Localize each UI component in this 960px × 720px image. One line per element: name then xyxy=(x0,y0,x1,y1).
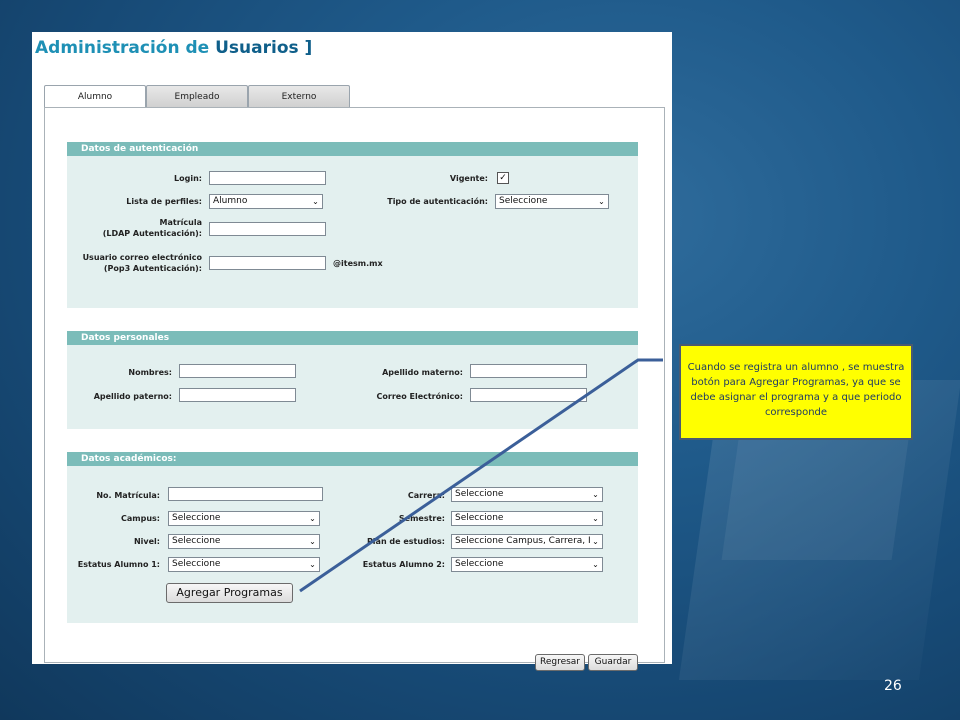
connector-line xyxy=(299,358,663,593)
slide-number: 26 xyxy=(884,678,902,694)
annotation-callout: Cuando se registra un alumno , se muestr… xyxy=(679,344,913,440)
